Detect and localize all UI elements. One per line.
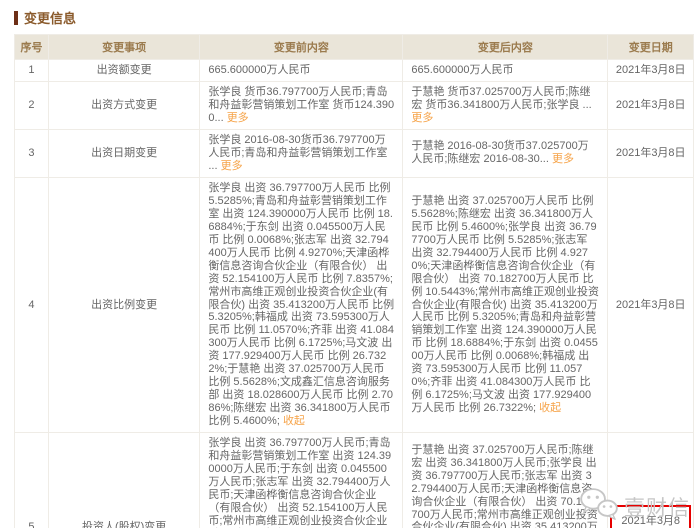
content-after-change: 于慧艳 2016-08-30货币37.025700万人民币;陈继宏 2016-0… (402, 128, 609, 178)
row-number: 1 (14, 59, 49, 82)
toggle-detail-link[interactable]: 收起 (539, 402, 561, 414)
change-date: 2021年3月8日 (607, 128, 694, 178)
change-date: 2021年3月8日 (607, 59, 694, 82)
title-accent-bar (14, 10, 18, 25)
column-header-4: 变更日期 (607, 34, 694, 60)
date-text: 2021年3月8日 (615, 298, 686, 311)
watermark-text: 壹财信 (624, 496, 690, 520)
toggle-detail-link[interactable]: 更多 (227, 112, 249, 124)
column-header-2: 变更前内容 (199, 34, 404, 60)
content-before-change: 张学良 2016-08-30货币36.797700万人民币;青岛和舟益彰营销策划… (199, 128, 404, 178)
toggle-detail-link[interactable]: 更多 (411, 112, 433, 124)
cell-text: 665.600000万人民币 (411, 64, 514, 76)
change-item: 出资比例变更 (47, 176, 201, 434)
change-item: 出资方式变更 (47, 80, 201, 130)
content-before-change: 张学良 货币36.797700万人民币;青岛和舟益彰营销策划工作室 货币124.… (199, 80, 404, 130)
page-title: 变更信息 (24, 11, 77, 26)
row-number: 2 (14, 80, 49, 130)
cell-text: 665.600000万人民币 (208, 64, 311, 76)
cell-text: 张学良 出资 36.797700万人民币 比例 5.5285%;青岛和舟益彰营销… (208, 181, 395, 428)
date-text: 2021年3月8日 (615, 98, 686, 111)
row-number: 3 (14, 128, 49, 178)
change-date: 2021年3月8日 (607, 176, 694, 434)
content-after-change: 于慧艳 出资 37.025700万人民币 比例 5.5628%;陈继宏 出资 3… (402, 176, 609, 434)
column-header-0: 序号 (14, 34, 49, 60)
date-text: 2021年3月8日 (615, 146, 686, 159)
cell-text: 于慧艳 货币37.025700万人民币;陈继宏 货币36.341800万人民币;… (411, 85, 592, 111)
table-row: 1 出资额变更 665.600000万人民币 665.600000万人民币 2021年3… (14, 59, 694, 82)
content-after-change: 于慧艳 货币37.025700万人民币;陈继宏 货币36.341800万人民币;… (402, 80, 609, 130)
cell-text: 于慧艳 出资 37.025700万人民币;陈继宏 出资 36.341800万人民… (411, 443, 598, 528)
column-header-3: 变更后内容 (402, 34, 609, 60)
toggle-detail-link[interactable]: 更多 (221, 160, 243, 172)
content-after-change: 665.600000万人民币 (402, 59, 609, 82)
wechat-icon (578, 487, 620, 526)
change-item: 投资人(股权)变更 (47, 432, 201, 528)
table-header-row: 序号 变更事项 变更前内容 变更后内容 变更日期 (14, 34, 694, 60)
toggle-detail-link[interactable]: 更多 (552, 153, 574, 165)
watermark: 壹财信 (578, 487, 690, 526)
content-before-change: 665.600000万人民币 (199, 59, 404, 82)
date-text: 2021年3月8日 (615, 64, 686, 76)
toggle-detail-link[interactable]: 收起 (283, 415, 305, 427)
cell-text: 于慧艳 出资 37.025700万人民币 比例 5.5628%;陈继宏 出资 3… (411, 194, 600, 415)
change-item: 出资日期变更 (47, 128, 201, 178)
row-number: 5 (14, 432, 49, 528)
change-item: 出资额变更 (47, 59, 201, 82)
row-number: 4 (14, 176, 49, 434)
change-date: 2021年3月8日 (607, 80, 694, 130)
column-header-1: 变更事项 (47, 34, 201, 60)
change-info-table: 序号 变更事项 变更前内容 变更后内容 变更日期 1 出资额变更 665.600000万人民… (14, 34, 694, 528)
content-before-change: 张学良 出资 36.797700万人民币 比例 5.5285%;青岛和舟益彰营销… (199, 176, 404, 434)
section-title: 变更信息 (14, 8, 694, 27)
table-row: 3 出资日期变更 张学良 2016-08-30货币36.797700万人民币;青岛和… (14, 128, 694, 178)
change-info-page: 变更信息 序号 变更事项 变更前内容 变更后内容 变更日期 1 出资额变更 665.6000… (0, 0, 700, 528)
table-row: 2 出资方式变更 张学良 货币36.797700万人民币;青岛和舟益彰营销策划工作室… (14, 80, 694, 130)
table-row: 4 出资比例变更 张学良 出资 36.797700万人民币 比例 5.5285%;青… (14, 176, 694, 434)
content-before-change: 张学良 出资 36.797700万人民币;青岛和舟益彰营销策划工作室 出资 12… (199, 432, 404, 528)
cell-text: 张学良 出资 36.797700万人民币;青岛和舟益彰营销策划工作室 出资 12… (208, 437, 392, 528)
